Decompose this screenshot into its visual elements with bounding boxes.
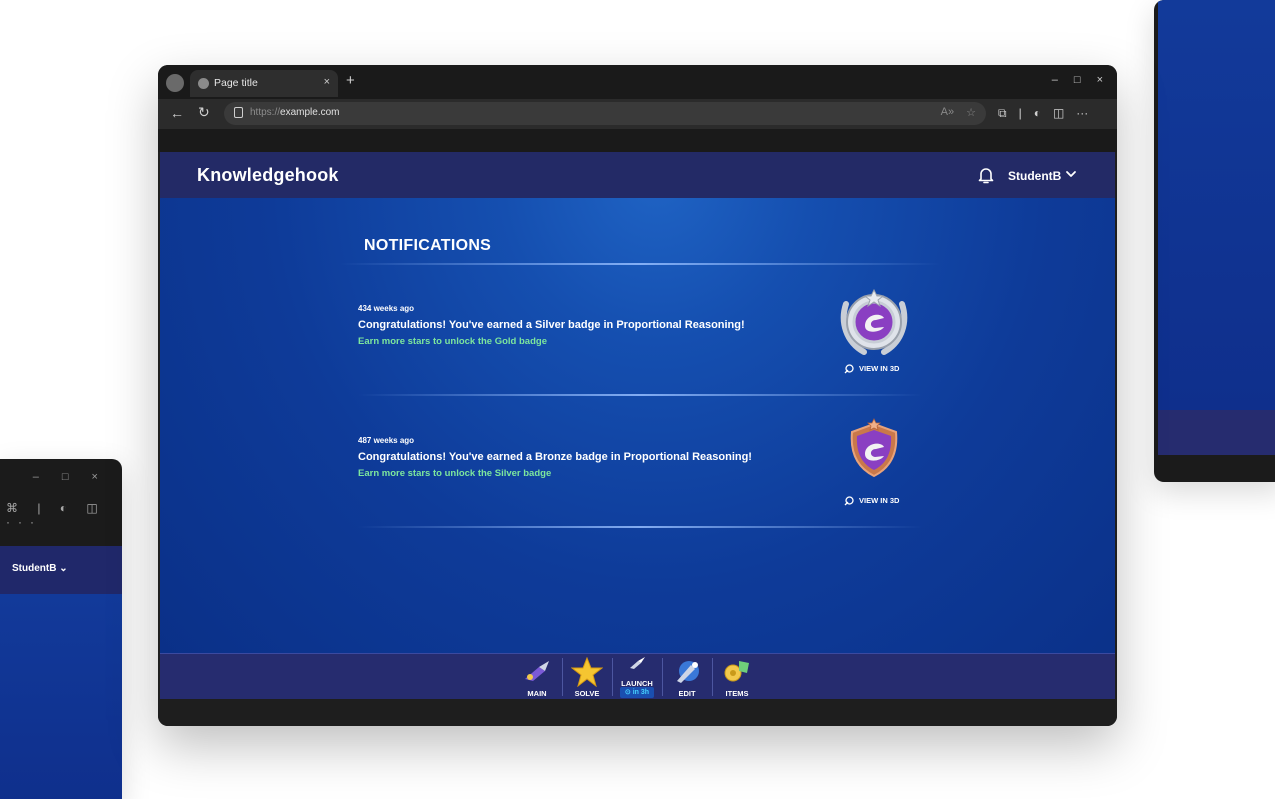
window-controls: – □ ×	[1052, 74, 1103, 86]
background-footer	[1158, 410, 1275, 455]
user-menu-name[interactable]: StudentB	[1008, 169, 1061, 183]
tab-close-icon[interactable]: ×	[324, 76, 330, 88]
address-row: ← ↻ https://example.com A» ☆ ⧉ | ◐ ◫ ···	[158, 99, 1117, 129]
profile-avatar[interactable]	[166, 74, 184, 92]
read-aloud-icon[interactable]: A»	[941, 106, 954, 119]
notification-divider	[358, 526, 923, 528]
background-page	[1158, 0, 1275, 410]
launch-timer: ⊙ in 3h	[620, 687, 654, 698]
split-screen-icon[interactable]: ◫	[1053, 106, 1064, 121]
minimize-button[interactable]: –	[1052, 74, 1058, 86]
view-in-3d-link[interactable]: VIEW IN 3D	[844, 363, 899, 374]
silver-badge-icon[interactable]	[836, 282, 912, 358]
app-header: Knowledgehook StudentB	[160, 152, 1115, 198]
nav-launch[interactable]: LAUNCH ⊙ in 3h	[612, 654, 662, 699]
chevron-down-icon[interactable]	[1065, 168, 1077, 180]
notification-message: Congratulations! You've earned a Silver …	[358, 319, 745, 331]
3d-view-icon	[844, 364, 854, 374]
nav-edit[interactable]: EDIT	[662, 654, 712, 699]
notification-time: 487 weeks ago	[358, 436, 415, 445]
notification-item: 434 weeks ago Congratulations! You've ea…	[358, 304, 918, 347]
background-window-controls: – □ ×	[32, 471, 108, 483]
bottom-navigation: MAIN SOLVE LAUNCH ⊙ in 3h EDIT ITEMS	[160, 653, 1115, 699]
brand-logo[interactable]: Knowledgehook	[197, 165, 339, 186]
nav-items[interactable]: ITEMS	[712, 654, 762, 699]
background-window-left: – □ × ⌘ | ◐ ◫ ··· StudentB ⌄	[0, 459, 122, 799]
notification-hint: Earn more stars to unlock the Silver bad…	[358, 468, 552, 479]
rocket-icon	[525, 661, 549, 681]
notification-time: 434 weeks ago	[358, 304, 415, 313]
close-window-button[interactable]: ×	[1097, 74, 1103, 86]
background-username: StudentB ⌄	[12, 563, 68, 574]
3d-view-icon	[844, 496, 854, 506]
more-menu-icon[interactable]: ···	[1076, 106, 1088, 121]
background-toolbar-icons: ⌘ | ◐ ◫ ···	[6, 501, 106, 529]
edit-icon	[677, 661, 699, 683]
lock-icon	[234, 107, 243, 118]
launch-rocket-icon	[630, 657, 645, 669]
background-page	[0, 594, 122, 799]
notification-divider	[358, 394, 923, 396]
browser-window: Page title × + – □ × ← ↻ https://example…	[158, 65, 1117, 726]
tab-bar: Page title × + – □ ×	[158, 65, 1117, 99]
items-icon	[724, 661, 749, 682]
window-bottom-band	[158, 699, 1117, 726]
url-text[interactable]: https://example.com	[250, 107, 339, 118]
refresh-icon[interactable]: ↻	[198, 104, 210, 121]
view-in-3d-link[interactable]: VIEW IN 3D	[844, 495, 899, 506]
bell-icon[interactable]	[976, 165, 996, 185]
back-arrow-icon[interactable]: ←	[170, 105, 184, 121]
browser-essentials-icon[interactable]: ◐	[1034, 106, 1041, 121]
notification-item: 487 weeks ago Congratulations! You've ea…	[358, 436, 918, 479]
nav-solve[interactable]: SOLVE	[562, 654, 612, 699]
tab-title: Page title	[214, 77, 258, 89]
bronze-badge-icon[interactable]	[844, 418, 904, 480]
star-icon	[571, 657, 603, 687]
browser-toolbar: ⧉ | ◐ ◫ ···	[998, 106, 1088, 121]
background-window-right	[1154, 0, 1275, 482]
maximize-button[interactable]: □	[1074, 74, 1081, 86]
title-divider	[340, 263, 940, 265]
page-title: NOTIFICATIONS	[364, 237, 492, 254]
new-tab-button[interactable]: +	[346, 72, 355, 89]
web-page: Knowledgehook StudentB NOTIFICATIONS 434…	[160, 152, 1115, 699]
address-bar-icons: A» ☆	[941, 106, 976, 119]
nav-main[interactable]: MAIN	[512, 654, 562, 699]
toolbar-spacer	[158, 129, 1117, 152]
browser-tab[interactable]: Page title ×	[190, 70, 338, 97]
extensions-icon[interactable]: ⧉	[998, 106, 1007, 121]
notification-hint: Earn more stars to unlock the Gold badge	[358, 336, 547, 347]
address-bar[interactable]: https://example.com A» ☆	[224, 102, 986, 125]
favorite-star-icon[interactable]: ☆	[966, 106, 976, 119]
favicon-icon	[198, 78, 209, 89]
notification-message: Congratulations! You've earned a Bronze …	[358, 451, 752, 463]
toolbar-divider: |	[1018, 106, 1022, 120]
